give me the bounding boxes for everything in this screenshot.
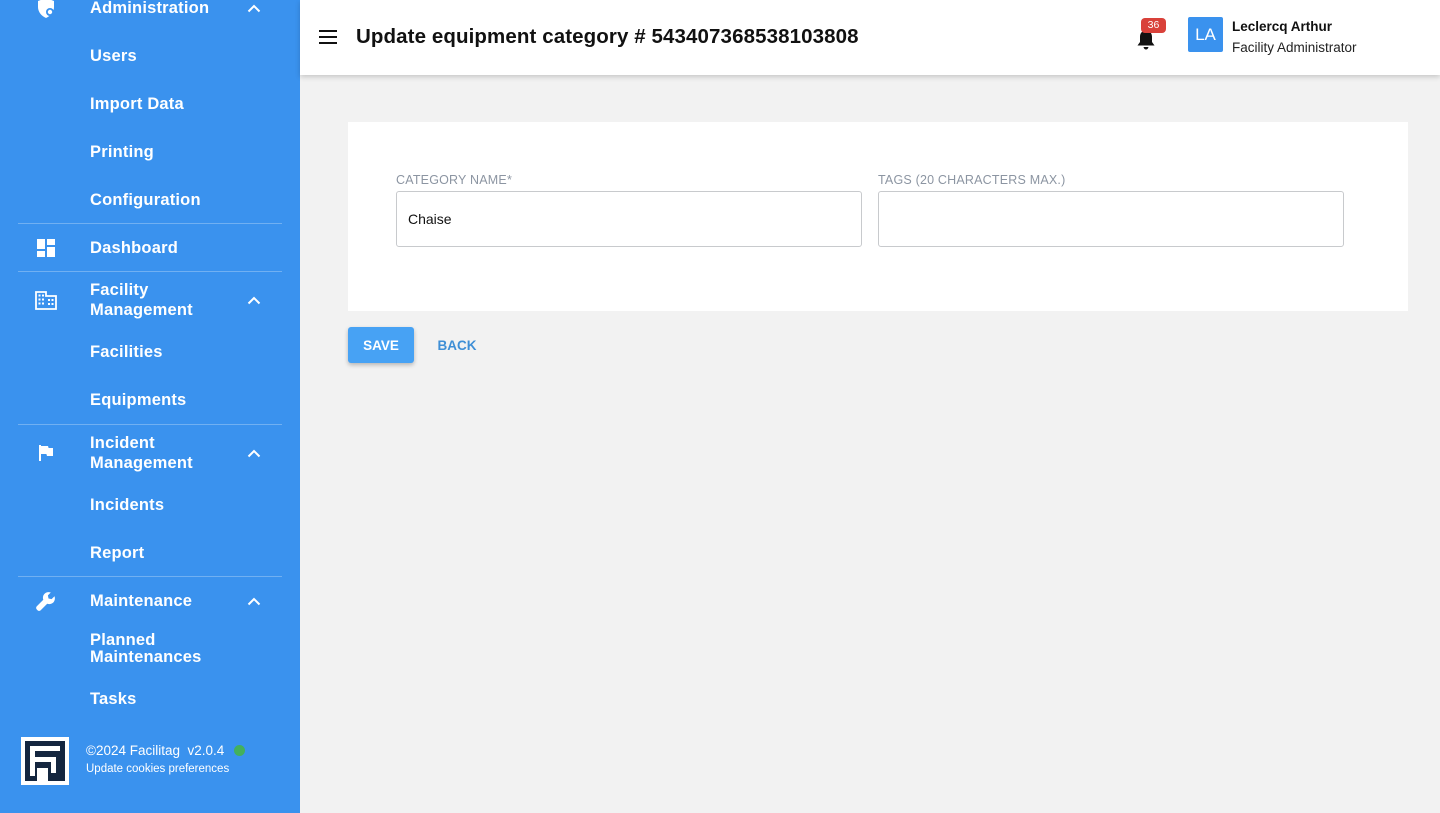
sidebar-section-incident-management[interactable]: Incident Management: [0, 433, 300, 473]
footer-copyright: ©2024 Facilitag v2.0.4: [86, 743, 246, 758]
save-button[interactable]: SAVE: [348, 327, 414, 363]
user-avatar[interactable]: LA: [1188, 17, 1223, 52]
building-icon: [34, 288, 58, 312]
sidebar-section-label: Dashboard: [90, 239, 178, 257]
sidebar-item-planned-maintenances[interactable]: Planned Maintenances: [90, 632, 202, 666]
notification-count-badge: 36: [1141, 18, 1166, 33]
sidebar-section-label: Incident Management: [90, 434, 193, 472]
menu-icon[interactable]: [318, 27, 338, 47]
facilitag-logo: [21, 737, 69, 785]
sidebar-section-label: Administration: [90, 0, 210, 17]
chevron-up-icon[interactable]: [245, 291, 263, 309]
top-bar: Update equipment category # 543407368538…: [300, 0, 1440, 75]
page-title: Update equipment category # 543407368538…: [356, 25, 859, 48]
dashboard-icon: [34, 236, 58, 260]
chevron-up-icon[interactable]: [245, 0, 263, 17]
sidebar-item-incidents[interactable]: Incidents: [90, 495, 164, 515]
sidebar-divider: [18, 271, 282, 272]
tags-label: TAGS (20 CHARACTERS MAX.): [878, 173, 1066, 187]
sidebar-item-facilities[interactable]: Facilities: [90, 342, 163, 362]
sidebar-item-report[interactable]: Report: [90, 543, 144, 563]
sidebar-divider: [18, 223, 282, 224]
sidebar-item-tasks[interactable]: Tasks: [90, 689, 137, 709]
sidebar-item-import-data[interactable]: Import Data: [90, 94, 184, 114]
user-name: Leclercq Arthur: [1232, 19, 1333, 34]
sidebar-section-facility-management[interactable]: Facility Management: [0, 280, 300, 320]
category-name-input[interactable]: [396, 191, 862, 247]
sidebar-item-configuration[interactable]: Configuration: [90, 190, 201, 210]
sidebar-item-printing[interactable]: Printing: [90, 142, 154, 162]
sidebar-divider: [18, 424, 282, 425]
sidebar: Administration Users Import Data Printin…: [0, 0, 300, 813]
sidebar-item-equipments[interactable]: Equipments: [90, 390, 186, 410]
tags-input[interactable]: [878, 191, 1344, 247]
sidebar-section-maintenance[interactable]: Maintenance: [0, 589, 300, 613]
category-name-label: CATEGORY NAME*: [396, 173, 513, 187]
sidebar-section-label: Maintenance: [90, 592, 193, 610]
shield-gear-icon: [34, 0, 58, 20]
chevron-up-icon[interactable]: [245, 592, 263, 610]
back-button[interactable]: BACK: [426, 327, 488, 363]
chevron-up-icon[interactable]: [245, 444, 263, 462]
status-online-indicator: [234, 745, 246, 756]
sidebar-divider: [18, 576, 282, 577]
category-form-card: CATEGORY NAME* TAGS (20 CHARACTERS MAX.): [348, 122, 1408, 311]
user-role: Facility Administrator: [1232, 40, 1357, 55]
sidebar-section-administration[interactable]: Administration: [0, 0, 300, 18]
wrench-icon: [34, 589, 58, 613]
sidebar-section-label: Facility Management: [90, 281, 193, 319]
cookies-preferences-link[interactable]: Update cookies preferences: [86, 763, 229, 775]
footer-copyright-text: ©2024 Facilitag v2.0.4: [86, 743, 225, 758]
sidebar-section-dashboard[interactable]: Dashboard: [0, 236, 300, 260]
flag-icon: [34, 441, 58, 465]
sidebar-item-users[interactable]: Users: [90, 46, 137, 66]
